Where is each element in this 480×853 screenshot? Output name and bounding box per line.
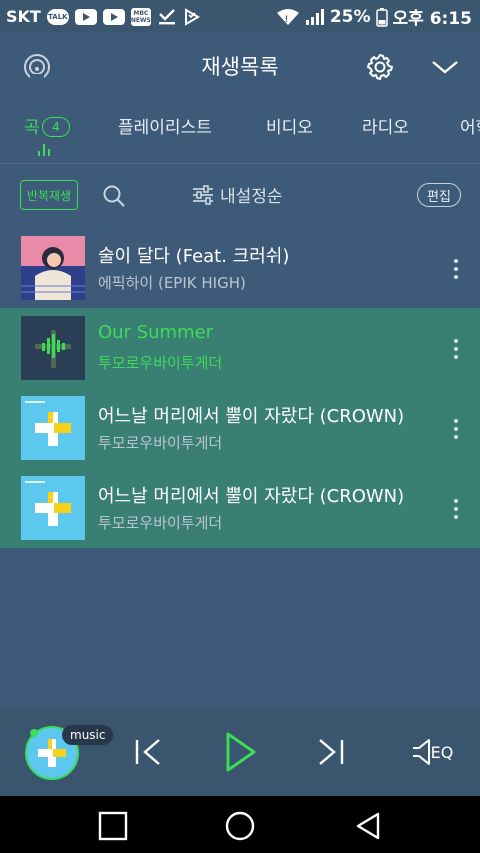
header: 재생목록 bbox=[0, 33, 480, 101]
app-notification-icon bbox=[183, 7, 201, 26]
wifi-icon: ! bbox=[276, 8, 300, 26]
kakaotalk-icon: TALK bbox=[46, 8, 69, 25]
track-artist: 투모로우바이투게더 bbox=[98, 434, 223, 452]
track-artist: 에픽하이 (EPIK HIGH) bbox=[98, 274, 246, 292]
collapse-button[interactable] bbox=[425, 47, 465, 87]
svg-text:!: ! bbox=[285, 14, 288, 24]
system-nav-bar bbox=[0, 796, 480, 853]
clock: 오후 6:15 bbox=[392, 9, 472, 29]
mbc-news-icon: MBC NEWS bbox=[130, 7, 151, 26]
tab-playlists[interactable]: 플레이리스트 bbox=[118, 113, 212, 138]
search-icon[interactable] bbox=[100, 182, 128, 210]
page-title: 재생목록 bbox=[201, 55, 279, 79]
sort-selector[interactable]: 내설정순 bbox=[192, 182, 283, 207]
repeat-button[interactable]: 반복재생 bbox=[20, 180, 78, 210]
speaker-icon bbox=[412, 739, 430, 765]
tab-radio[interactable]: 라디오 bbox=[362, 113, 409, 138]
track-title: 술이 달다 (Feat. 크러쉬) bbox=[98, 246, 290, 267]
tab-bar: 곡 플레이리스트 비디오 라디오 어학 bbox=[0, 101, 480, 164]
status-bar: SKT TALK MBC NEWS ! 25% 오후 6:15 bbox=[0, 0, 480, 33]
track-row[interactable]: 어느날 머리에서 뿔이 자랐다 (CROWN) 투모로우바이투게더 bbox=[0, 468, 480, 548]
now-playing-bars-icon bbox=[38, 144, 54, 156]
track-title: 어느날 머리에서 뿔이 자랐다 (CROWN) bbox=[98, 486, 405, 507]
track-title: Our Summer bbox=[98, 322, 214, 343]
equalizer-button[interactable]: EQ bbox=[406, 728, 458, 776]
previous-button[interactable] bbox=[124, 728, 172, 776]
track-row[interactable]: 어느날 머리에서 뿔이 자랐다 (CROWN) 투모로우바이투게더 bbox=[0, 388, 480, 468]
tab-language[interactable]: 어학 bbox=[460, 113, 480, 138]
sliders-icon bbox=[193, 184, 213, 205]
more-options-icon[interactable] bbox=[446, 494, 466, 524]
album-art bbox=[21, 476, 85, 540]
more-options-icon[interactable] bbox=[446, 414, 466, 444]
chevron-down-icon bbox=[432, 61, 458, 74]
previous-icon bbox=[135, 739, 160, 765]
album-art bbox=[21, 396, 85, 460]
next-button[interactable] bbox=[307, 728, 355, 776]
gear-icon bbox=[367, 54, 393, 80]
battery-percent: 25% bbox=[329, 6, 371, 27]
back-button[interactable] bbox=[348, 806, 388, 846]
music-badge: music bbox=[62, 725, 114, 745]
home-button[interactable] bbox=[220, 806, 260, 846]
battery-icon bbox=[375, 7, 388, 27]
back-triangle-icon bbox=[356, 812, 380, 840]
tab-songs[interactable]: 곡 bbox=[24, 113, 40, 138]
track-row[interactable]: 술이 달다 (Feat. 크러쉬) 에픽하이 (EPIK HIGH) bbox=[0, 228, 480, 308]
song-count-badge: 4 bbox=[42, 117, 70, 137]
signal-icon bbox=[305, 8, 325, 26]
sort-label: 내설정순 bbox=[220, 187, 283, 207]
carrier-label: SKT bbox=[6, 7, 41, 26]
tab-video[interactable]: 비디오 bbox=[266, 113, 313, 138]
track-artist: 투모로우바이투게더 bbox=[98, 514, 223, 532]
edit-button[interactable]: 편집 bbox=[417, 183, 461, 207]
eq-label: EQ bbox=[430, 742, 454, 762]
youtube-icon bbox=[74, 8, 97, 25]
track-title: 어느날 머리에서 뿔이 자랐다 (CROWN) bbox=[98, 406, 405, 427]
track-list: 술이 달다 (Feat. 크러쉬) 에픽하이 (EPIK HIGH) Our S… bbox=[0, 228, 480, 548]
recents-button[interactable] bbox=[93, 806, 133, 846]
album-art bbox=[21, 236, 85, 300]
next-icon bbox=[319, 739, 344, 765]
play-button[interactable] bbox=[217, 728, 265, 776]
settings-button[interactable] bbox=[360, 47, 400, 87]
play-icon bbox=[226, 732, 256, 772]
playing-indicator-dot bbox=[30, 729, 38, 737]
more-options-icon[interactable] bbox=[446, 334, 466, 364]
edit-label: 편집 bbox=[427, 189, 451, 205]
album-art bbox=[21, 316, 85, 380]
more-options-icon[interactable] bbox=[446, 254, 466, 284]
track-row-playing[interactable]: Our Summer 투모로우바이투게더 bbox=[0, 308, 480, 388]
square-icon bbox=[98, 811, 128, 841]
download-done-icon bbox=[157, 8, 177, 26]
track-artist: 투모로우바이투게더 bbox=[98, 354, 223, 372]
circle-icon bbox=[225, 811, 255, 841]
mini-player: music EQ bbox=[0, 708, 480, 796]
repeat-label: 반복재생 bbox=[26, 188, 72, 203]
list-toolbar: 반복재생 내설정순 편집 bbox=[0, 164, 480, 226]
youtube-icon-2 bbox=[102, 8, 125, 25]
